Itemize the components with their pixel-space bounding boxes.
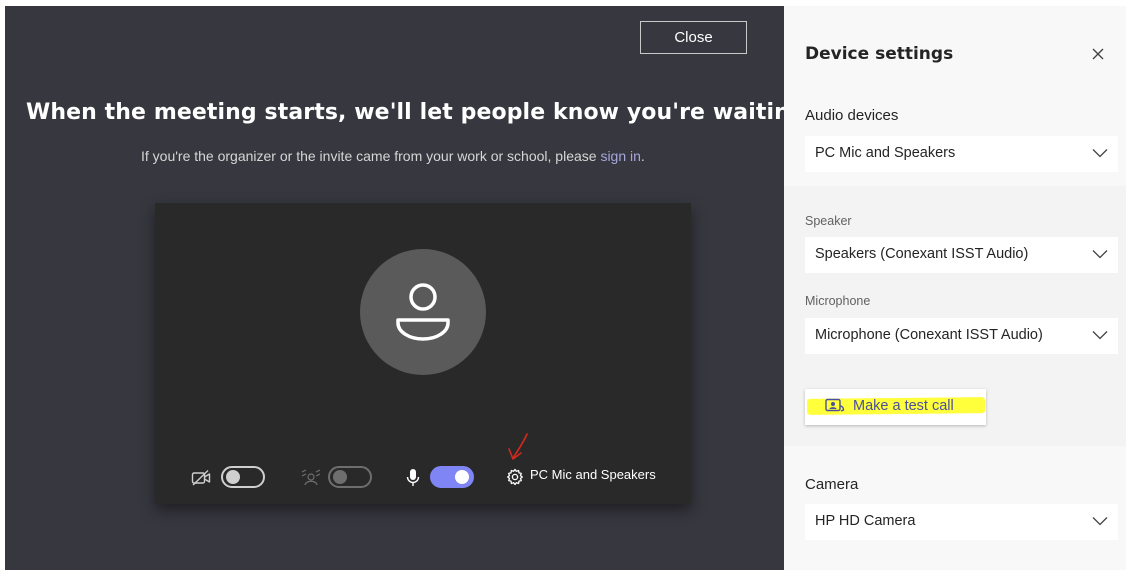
microphone-icon — [406, 469, 420, 486]
preview-controls: PC Mic and Speakers — [155, 463, 691, 497]
blur-toggle-knob — [333, 470, 347, 484]
audio-devices-select[interactable]: PC Mic and Speakers — [805, 136, 1118, 172]
speaker-label: Speaker — [805, 214, 852, 228]
camera-select[interactable]: HP HD Camera — [805, 504, 1118, 540]
gear-icon[interactable] — [506, 468, 524, 486]
microphone-label: Microphone — [805, 294, 871, 308]
camera-label: Camera — [805, 476, 859, 493]
test-call-icon — [825, 398, 845, 412]
person-icon — [396, 283, 450, 341]
make-test-call-button[interactable]: Make a test call — [805, 389, 986, 425]
sign-in-hint-suffix: . — [640, 148, 645, 164]
background-blur-icon — [301, 469, 321, 486]
panel-title: Device settings — [805, 44, 954, 64]
close-icon[interactable] — [1090, 46, 1106, 62]
background-blur-toggle[interactable] — [328, 466, 372, 488]
chevron-down-icon — [1092, 331, 1108, 340]
camera-value: HP HD Camera — [815, 513, 916, 529]
speaker-value: Speakers (Conexant ISST Audio) — [815, 246, 1029, 262]
audio-device-label[interactable]: PC Mic and Speakers — [530, 467, 656, 482]
chevron-down-icon — [1092, 250, 1108, 259]
mic-toggle-knob — [455, 470, 469, 484]
microphone-select[interactable]: Microphone (Conexant ISST Audio) — [805, 318, 1118, 354]
audio-devices-value: PC Mic and Speakers — [815, 145, 956, 161]
speaker-select[interactable]: Speakers (Conexant ISST Audio) — [805, 237, 1118, 273]
close-button[interactable]: Close — [640, 21, 747, 54]
audio-devices-label: Audio devices — [805, 107, 899, 124]
microphone-value: Microphone (Conexant ISST Audio) — [815, 327, 1043, 343]
camera-off-icon — [191, 469, 211, 486]
meeting-prejoin-area: Close When the meeting starts, we'll let… — [5, 6, 784, 570]
waiting-headline: When the meeting starts, we'll let peopl… — [26, 100, 784, 125]
chevron-down-icon — [1092, 517, 1108, 526]
avatar — [360, 249, 486, 375]
camera-toggle[interactable] — [221, 466, 265, 488]
sign-in-link[interactable]: sign in — [600, 148, 640, 164]
annotation-arrow-icon — [508, 433, 528, 460]
microphone-toggle[interactable] — [430, 466, 474, 488]
chevron-down-icon — [1092, 149, 1108, 158]
camera-toggle-knob — [226, 470, 240, 484]
sign-in-hint: If you're the organizer or the invite ca… — [141, 148, 645, 164]
sign-in-hint-text: If you're the organizer or the invite ca… — [141, 148, 601, 164]
video-preview: PC Mic and Speakers — [155, 203, 691, 504]
device-settings-panel: Device settings Audio devices PC Mic and… — [784, 6, 1126, 570]
test-call-label: Make a test call — [853, 398, 954, 414]
